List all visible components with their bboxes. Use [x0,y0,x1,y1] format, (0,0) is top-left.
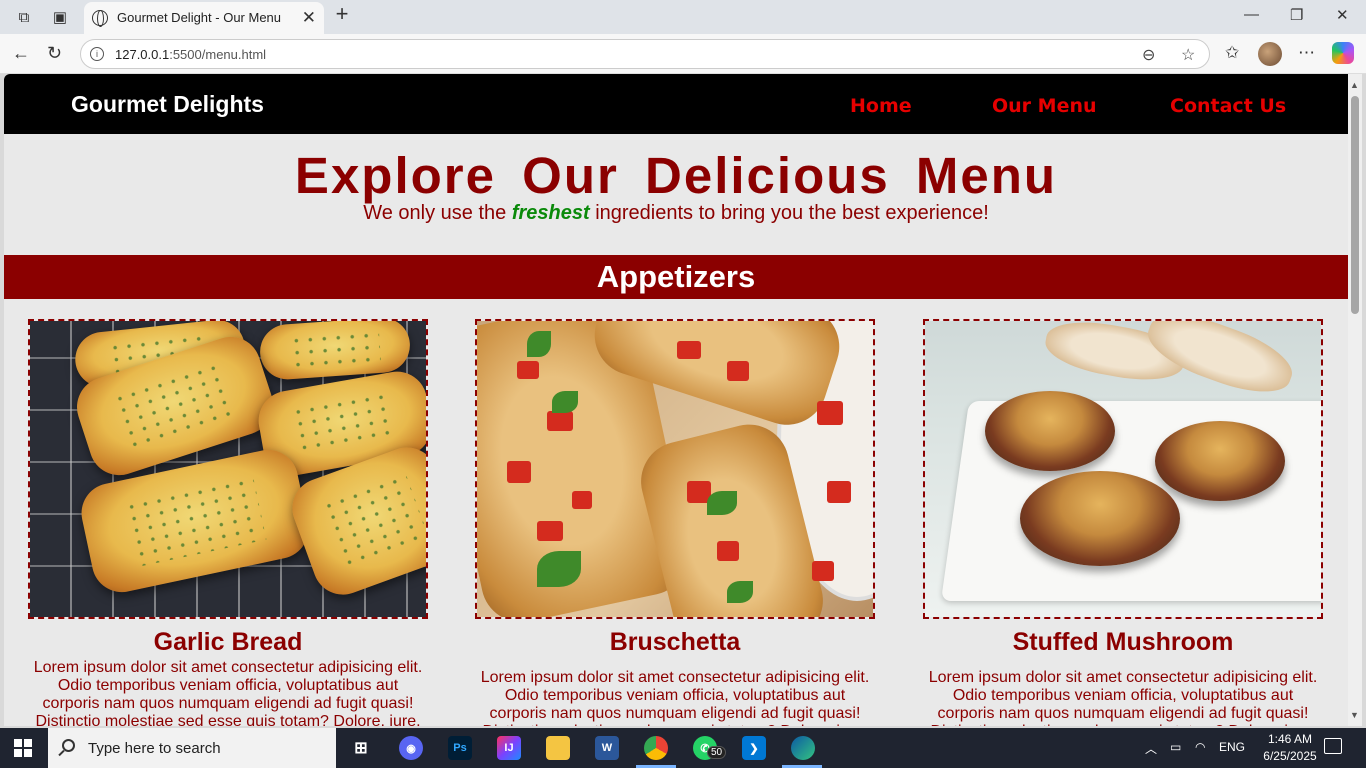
more-options-icon[interactable]: ⋯ [1298,43,1315,63]
intellij-icon[interactable]: IJ [497,736,521,760]
menu-card-bruschetta: Bruschetta Lorem ipsum dolor sit amet co… [475,319,875,726]
tray-chevron-icon[interactable]: ︿ [1145,740,1157,757]
refresh-icon[interactable]: ↻ [47,43,62,64]
scroll-down-icon[interactable]: ▼ [1350,710,1359,720]
vscode-icon[interactable]: ❯ [742,736,766,760]
nav-menu-link[interactable]: Our Menu [992,95,1097,117]
minimize-icon[interactable]: — [1244,6,1259,23]
chrome-icon[interactable] [644,736,668,760]
browser-address-row: ← ↻ i 127.0.0.1:5500/menu.html ⊖ ☆ ✩ ⋯ [0,34,1366,74]
clock-date: 6/25/2025 [1263,749,1317,763]
search-placeholder: Type here to search [88,740,221,757]
new-tab-icon[interactable]: + [332,1,352,26]
nav-home-link[interactable]: Home [850,95,912,117]
url-text: 127.0.0.1:5500/menu.html [115,47,267,62]
stuffed-mushroom-image [923,319,1323,619]
page-title: Explore Our Delicious Menu [294,147,1058,204]
item-description: Lorem ipsum dolor sit amet consectetur a… [928,669,1318,726]
task-view-icon[interactable]: ⊞ [349,736,373,760]
brand-logo-text[interactable]: Gourmet Delights [71,91,264,118]
globe-icon [92,10,108,27]
bruschetta-image [475,319,875,619]
copilot-icon[interactable] [1332,42,1354,64]
section-title: Appetizers [596,259,756,294]
menu-card-stuffed-mushroom: Stuffed Mushroom Lorem ipsum dolor sit a… [923,319,1323,726]
back-arrow-icon[interactable]: ← [12,43,30,64]
search-icon [62,739,75,752]
section-banner: Appetizers [4,255,1348,299]
file-explorer-icon[interactable] [546,736,570,760]
page-subtitle: We only use the freshest ingredients to … [363,202,989,224]
read-aloud-icon[interactable]: ⊖ [1142,45,1155,65]
item-description: Lorem ipsum dolor sit amet consectetur a… [33,659,423,726]
edge-icon[interactable] [791,736,815,760]
page-scrollbar[interactable]: ▲ ▼ [1348,74,1362,726]
whatsapp-badge: 50 [707,746,727,759]
tab-title: Gourmet Delight - Our Menu [117,10,282,25]
fresh-emphasis: freshest [511,202,590,224]
browser-tab-active[interactable]: Gourmet Delight - Our Menu ✕ [84,2,324,34]
scroll-up-icon[interactable]: ▲ [1350,80,1359,90]
restore-icon[interactable]: ❐ [1290,6,1303,24]
word-icon[interactable]: W [595,736,619,760]
address-bar[interactable]: i 127.0.0.1:5500/menu.html ⊖ ☆ [80,39,1210,69]
language-indicator[interactable]: ENG [1219,740,1245,754]
battery-icon[interactable]: ▭ [1170,740,1181,754]
menu-card-garlic-bread: Garlic Bread Lorem ipsum dolor sit amet … [28,319,428,726]
page-viewport: Gourmet Delights Home Our Menu Contact U… [4,74,1348,726]
notification-center-icon[interactable] [1324,738,1342,754]
vertical-tabs-icon[interactable]: ▣ [50,7,70,27]
clock-time: 1:46 AM [1267,732,1313,746]
photoshop-icon[interactable]: Ps [448,736,472,760]
site-info-icon[interactable]: i [90,47,104,61]
windows-start-icon[interactable] [14,739,32,757]
item-name: Stuffed Mushroom [1012,628,1234,656]
scrollbar-thumb[interactable] [1351,96,1359,314]
item-name: Garlic Bread [153,628,303,656]
favorite-star-icon[interactable]: ☆ [1181,45,1195,65]
taskbar-search-box[interactable]: Type here to search [48,728,336,768]
item-name: Bruschetta [609,628,741,656]
browser-tab-bar: ⧉ ▣ Gourmet Delight - Our Menu ✕ + — ❐ ✕ [0,0,1366,34]
favorites-icon[interactable]: ✩ [1225,43,1239,63]
windows-taskbar: Type here to search ⊞ ◉ Ps IJ W ✆ 50 ❯ ︿… [0,728,1366,768]
site-header: Gourmet Delights Home Our Menu Contact U… [4,74,1348,134]
garlic-bread-image [28,319,428,619]
nav-contact-link[interactable]: Contact Us [1170,95,1286,117]
workspaces-icon[interactable]: ⧉ [14,7,34,27]
window-close-icon[interactable]: ✕ [1336,6,1349,24]
item-description: Lorem ipsum dolor sit amet consectetur a… [480,669,870,726]
close-tab-icon[interactable]: ✕ [302,8,316,28]
taskbar-clock[interactable]: 1:46 AM 6/25/2025 [1255,731,1325,765]
discord-icon[interactable]: ◉ [399,736,423,760]
profile-avatar[interactable] [1258,42,1282,66]
wifi-icon[interactable]: ◠ [1195,740,1205,754]
